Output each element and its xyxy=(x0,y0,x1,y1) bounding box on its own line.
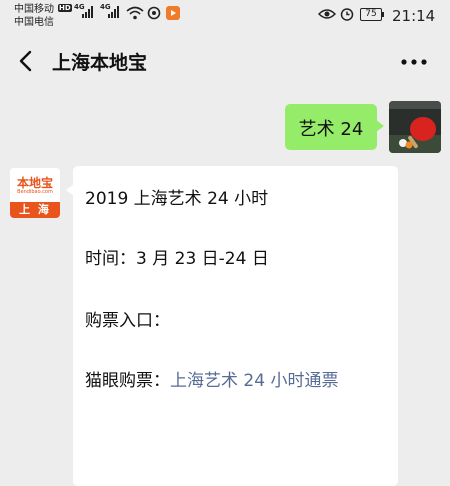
clock: 21:14 xyxy=(392,7,436,25)
hd-badge: HD xyxy=(58,4,72,12)
message-line-ticket-entry: 购票入口： xyxy=(85,311,170,331)
carrier-1: 中国移动 xyxy=(14,4,54,15)
user-message-text: 艺术 24 xyxy=(298,119,364,140)
bendibao-logo: 本地宝 Bendibao.com xyxy=(10,168,60,202)
bot-avatar[interactable]: 本地宝 Bendibao.com 上 海 xyxy=(10,168,60,218)
signal-icon xyxy=(108,6,119,18)
carrier-info: 中国移动 中国电信 xyxy=(14,3,54,29)
logo-city: 上 海 xyxy=(10,202,60,218)
nav-bar: 上海本地宝 xyxy=(0,34,450,88)
carrier-2: 中国电信 xyxy=(14,17,54,28)
battery-icon: 75 xyxy=(360,8,384,21)
status-bar: 中国移动 中国电信 HD 4G 4G 75 21:14 xyxy=(0,0,450,34)
user-message-bubble[interactable]: 艺术 24 xyxy=(285,104,384,150)
ping-pong-avatar-image xyxy=(389,101,441,153)
wifi-icon xyxy=(126,6,144,20)
battery-level: 75 xyxy=(365,9,377,19)
message-line-maoyan: 猫眼购票：上海艺术 24 小时通票 xyxy=(85,366,338,391)
message-line-time: 时间：3 月 23 日-24 日 xyxy=(85,249,269,269)
message-line-title: 2019 上海艺术 24 小时 xyxy=(85,189,269,209)
chevron-left-icon[interactable] xyxy=(12,46,40,76)
chat-title: 上海本地宝 xyxy=(52,52,148,74)
signal-icon xyxy=(82,6,93,18)
alarm-icon xyxy=(340,8,354,21)
eye-icon xyxy=(318,9,336,19)
ticket-link[interactable]: 上海艺术 24 小时通票 xyxy=(170,371,338,391)
more-dots-icon[interactable] xyxy=(398,52,430,72)
video-app-icon xyxy=(166,6,180,20)
sync-icon xyxy=(147,6,161,20)
bot-message-bubble[interactable]: 2019 上海艺术 24 小时 时间：3 月 23 日-24 日 购票入口： 猫… xyxy=(66,166,398,486)
logo-subtext: Bendibao.com xyxy=(17,189,53,195)
user-avatar[interactable] xyxy=(389,101,441,153)
ticket-prefix: 猫眼购票： xyxy=(85,371,170,391)
